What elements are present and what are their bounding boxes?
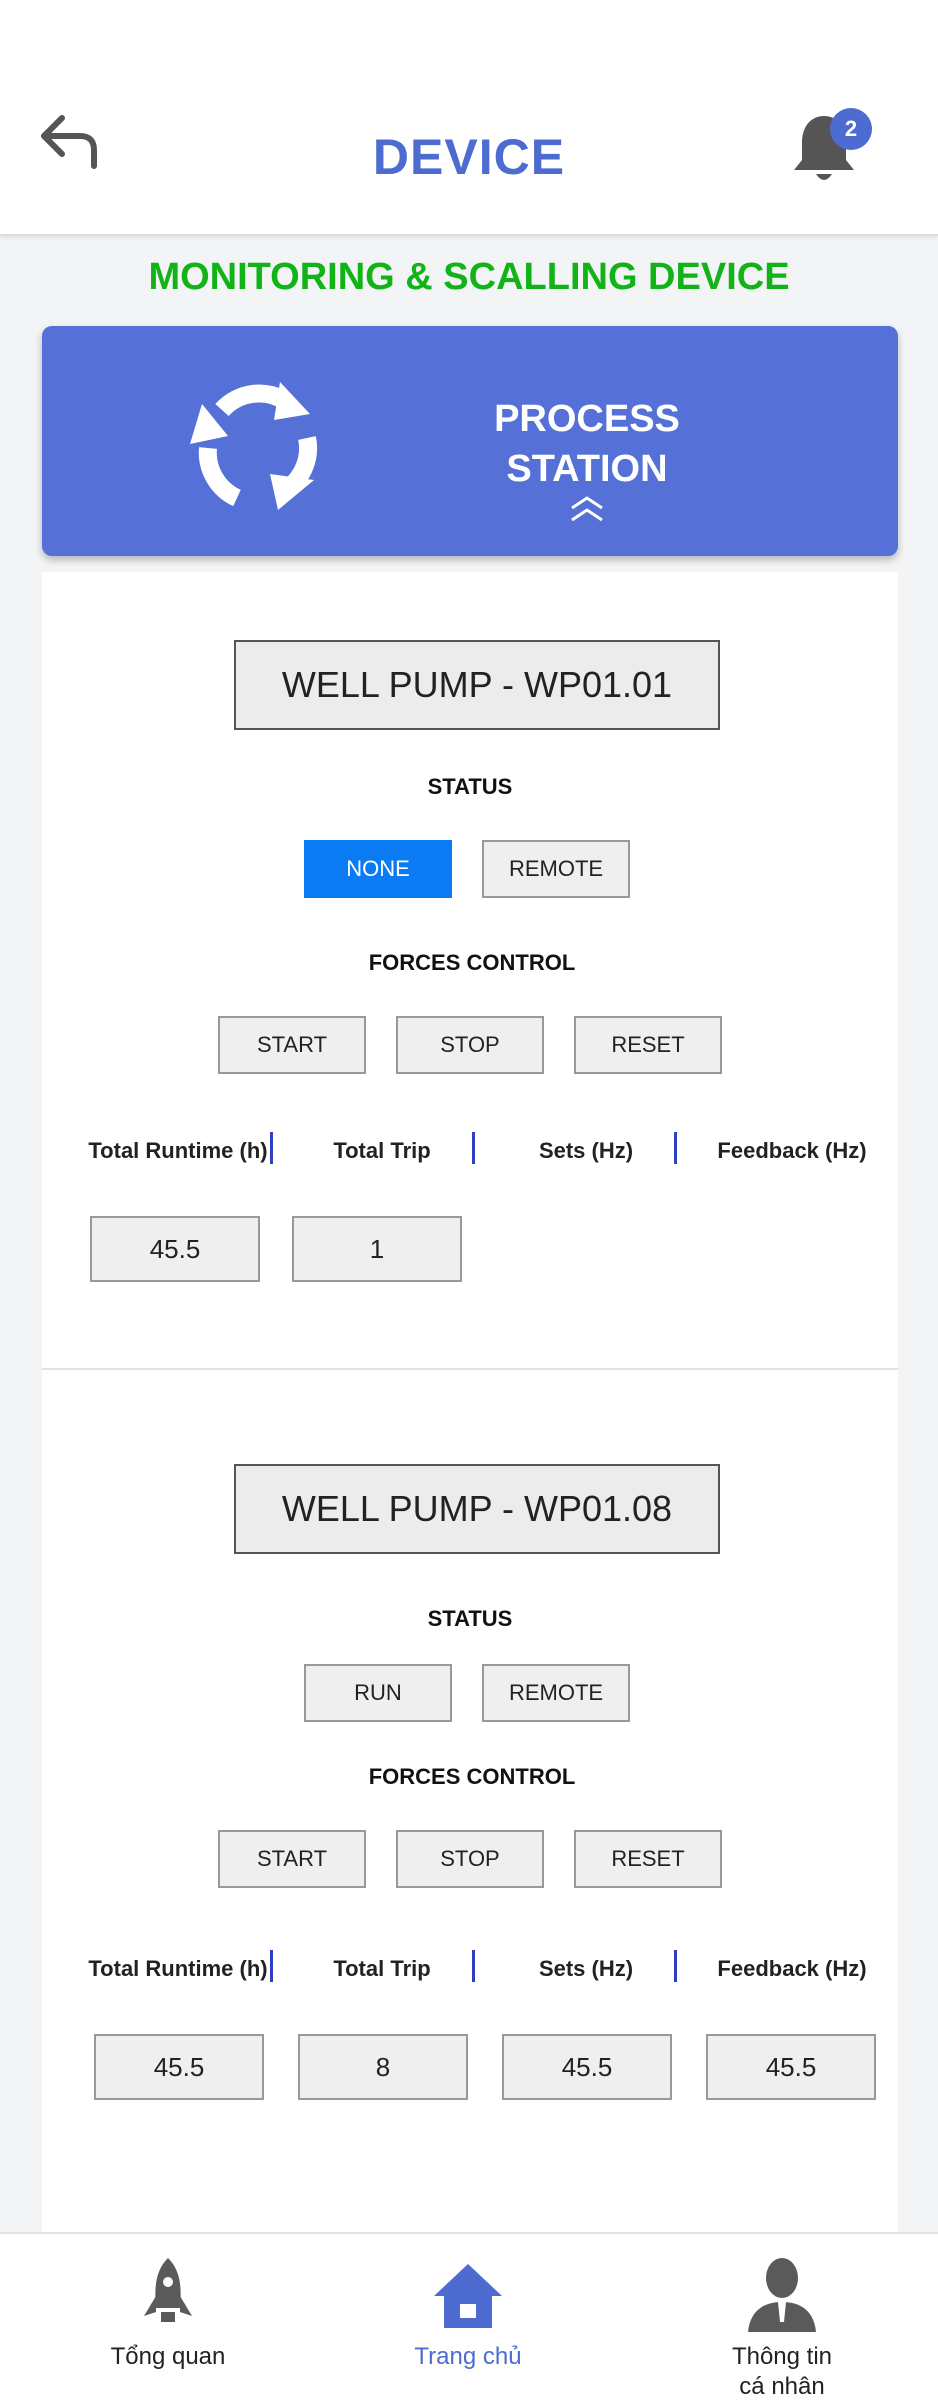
- station-label-line1: PROCESS: [494, 398, 680, 440]
- refresh-icon: [190, 382, 318, 510]
- start-button[interactable]: START: [218, 1016, 366, 1074]
- status-none-button[interactable]: NONE: [304, 840, 452, 898]
- nav-profile[interactable]: Thông tin cá nhân: [672, 2234, 892, 2408]
- total-trip-label: Total Trip: [333, 1138, 431, 1163]
- stop-button[interactable]: STOP: [396, 1830, 544, 1888]
- user-icon: [748, 2258, 816, 2332]
- status-label: STATUS: [427, 1606, 513, 1631]
- sets-hz-value: 45.5: [502, 2034, 672, 2100]
- status-remote-button[interactable]: REMOTE: [482, 840, 630, 898]
- reset-button[interactable]: RESET: [574, 1016, 722, 1074]
- sets-hz-label: Sets (Hz): [538, 1138, 634, 1163]
- station-label: PROCESS STATION: [402, 394, 772, 494]
- pump-name: WELL PUMP - WP01.08: [234, 1464, 720, 1554]
- feedback-hz-label: Feedback (Hz): [717, 1138, 867, 1163]
- home-icon: [434, 2264, 502, 2328]
- start-button[interactable]: START: [218, 1830, 366, 1888]
- pump-panel-1: WELL PUMP - WP01.01 STATUS NONE REMOTE F…: [42, 572, 898, 1368]
- metric-header-row: Total Runtime (h) Total Trip Sets (Hz) F…: [42, 1950, 898, 1996]
- app-header: DEVICE 2: [0, 0, 938, 236]
- column-separator: [472, 1132, 475, 1164]
- nav-overview[interactable]: Tổng quan: [58, 2234, 278, 2408]
- column-separator: [674, 1132, 677, 1164]
- rocket-icon: [144, 2258, 192, 2322]
- nav-profile-line2: cá nhân: [739, 2373, 825, 2400]
- notification-badge: 2: [830, 108, 872, 150]
- stop-button[interactable]: STOP: [396, 1016, 544, 1074]
- total-runtime-value: 45.5: [94, 2034, 264, 2100]
- total-runtime-label: Total Runtime (h): [88, 1956, 268, 1981]
- total-runtime-value: 45.5: [90, 1216, 260, 1282]
- status-remote-button[interactable]: REMOTE: [482, 1664, 630, 1722]
- process-station-card[interactable]: PROCESS STATION: [42, 326, 898, 556]
- station-label-line2: STATION: [506, 448, 668, 490]
- column-separator: [472, 1950, 475, 1982]
- forces-control-label: FORCES CONTROL: [368, 950, 576, 975]
- feedback-hz-value: 45.5: [706, 2034, 876, 2100]
- column-separator: [270, 1132, 273, 1164]
- chevron-up-icon[interactable]: [568, 494, 606, 524]
- pump-name: WELL PUMP - WP01.01: [234, 640, 720, 730]
- total-trip-value: 8: [298, 2034, 468, 2100]
- nav-overview-label: Tổng quan: [110, 2343, 226, 2370]
- total-trip-label: Total Trip: [333, 1956, 431, 1981]
- forces-control-label: FORCES CONTROL: [368, 1764, 576, 1789]
- metric-header-row: Total Runtime (h) Total Trip Sets (Hz) F…: [42, 1132, 898, 1178]
- column-separator: [270, 1950, 273, 1982]
- nav-home[interactable]: Trang chủ: [358, 2234, 578, 2408]
- nav-profile-label: Thông tin cá nhân: [672, 2342, 892, 2402]
- total-runtime-label: Total Runtime (h): [88, 1138, 268, 1163]
- reset-button[interactable]: RESET: [574, 1830, 722, 1888]
- bottom-nav: Tổng quan Trang chủ Thông tin cá nhân: [0, 2232, 938, 2408]
- nav-home-label: Trang chủ: [414, 2343, 522, 2370]
- section-subtitle: MONITORING & SCALLING DEVICE: [148, 256, 790, 298]
- feedback-hz-label: Feedback (Hz): [717, 1956, 867, 1981]
- nav-profile-line1: Thông tin: [731, 2343, 833, 2370]
- sets-hz-label: Sets (Hz): [538, 1956, 634, 1981]
- pump-panel-2: WELL PUMP - WP01.08 STATUS RUN REMOTE FO…: [42, 1370, 898, 2232]
- status-run-button[interactable]: RUN: [304, 1664, 452, 1722]
- column-separator: [674, 1950, 677, 1982]
- total-trip-value: 1: [292, 1216, 462, 1282]
- status-label: STATUS: [427, 774, 513, 799]
